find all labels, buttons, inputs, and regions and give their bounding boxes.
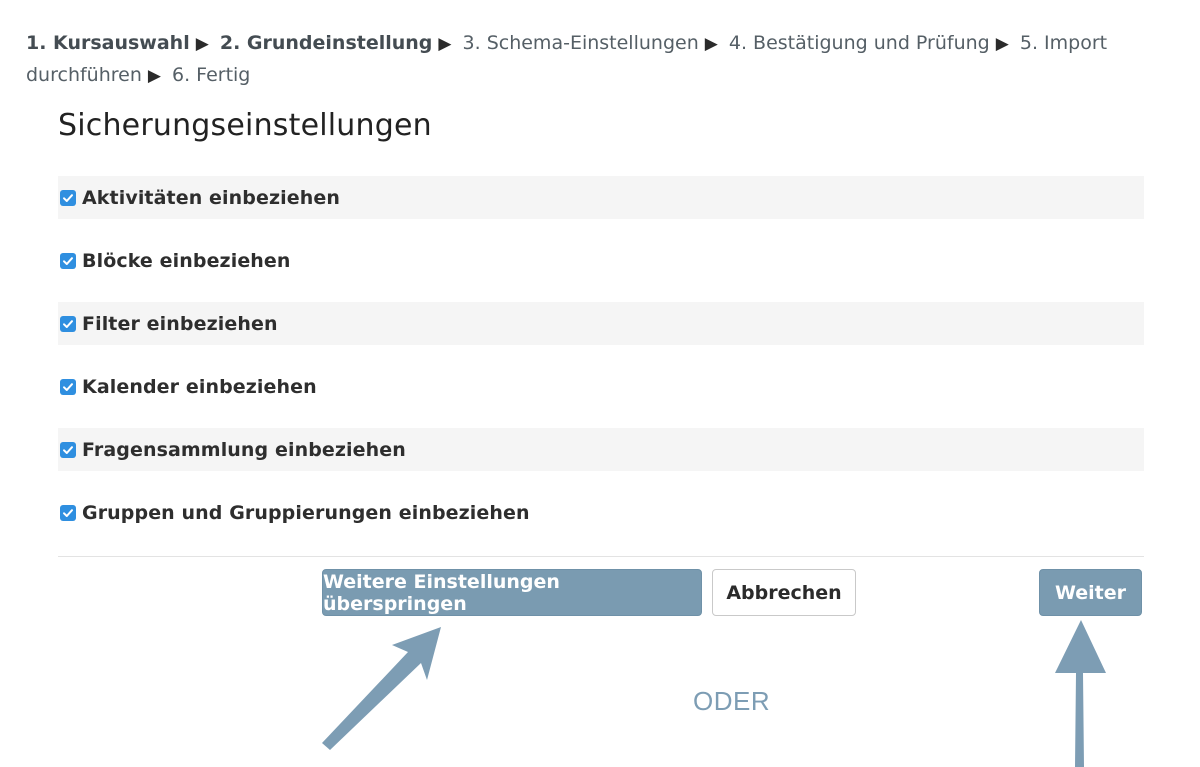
arrow-up-right-icon xyxy=(322,627,441,750)
or-label: ODER xyxy=(693,686,771,716)
arrow-up-icon xyxy=(1055,620,1106,767)
annotation-arrows xyxy=(322,620,1106,767)
